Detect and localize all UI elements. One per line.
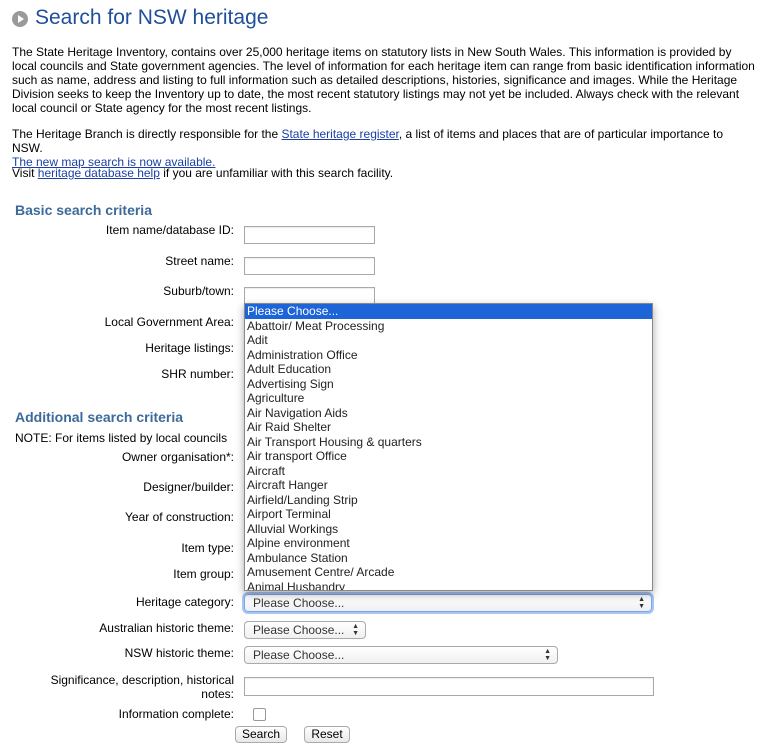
heritage-database-help-link[interactable]: heritage database help: [38, 166, 160, 180]
street-name-input[interactable]: [244, 257, 375, 275]
dropdown-option[interactable]: Agriculture: [245, 391, 652, 406]
local-council-note: NOTE: For items listed by local councils: [15, 431, 228, 445]
dropdown-option[interactable]: Please Choose...: [245, 304, 652, 319]
australian-theme-value: Please Choose...: [253, 623, 345, 637]
heritage-category-select[interactable]: Please Choose... ▲ ▼: [244, 594, 652, 612]
significance-label: Significance, description, historical no…: [51, 673, 234, 701]
significance-input[interactable]: [244, 677, 654, 696]
year-label: Year of construction:: [125, 510, 234, 524]
dropdown-option[interactable]: Air Raid Shelter: [245, 420, 652, 435]
dropdown-option[interactable]: Alluvial Workings: [245, 522, 652, 537]
nsw-theme-select[interactable]: Please Choose... ▲ ▼: [244, 646, 558, 664]
info-complete-checkbox[interactable]: [253, 708, 266, 721]
nsw-theme-value: Please Choose...: [253, 648, 345, 662]
dropdown-option[interactable]: Aircraft Hanger: [245, 478, 652, 493]
dropdown-option[interactable]: Abattoir/ Meat Processing: [245, 319, 652, 334]
visit-text-after: if you are unfamiliar with this search f…: [159, 166, 394, 180]
lga-label: Local Government Area:: [104, 315, 234, 329]
item-group-label: Item group:: [173, 567, 234, 581]
help-paragraph: Visit heritage database help if you are …: [12, 166, 757, 180]
branch-paragraph: The Heritage Branch is directly responsi…: [12, 127, 757, 169]
suburb-label: Suburb/town:: [163, 284, 234, 298]
significance-label-line2: notes:: [201, 687, 234, 701]
dropdown-option[interactable]: Air Navigation Aids: [245, 406, 652, 421]
additional-search-title: Additional search criteria: [15, 409, 184, 425]
street-name-label: Street name:: [165, 254, 234, 268]
item-type-label: Item type:: [181, 541, 234, 555]
item-name-label: Item name/database ID:: [105, 223, 234, 237]
dropdown-option[interactable]: Air Transport Housing & quarters: [245, 435, 652, 450]
shr-number-label: SHR number:: [161, 367, 234, 381]
info-complete-label: Information complete:: [118, 707, 234, 721]
dropdown-option[interactable]: Adit: [245, 333, 652, 348]
page-title: Search for NSW heritage: [35, 6, 269, 29]
heritage-category-dropdown[interactable]: Please Choose... Abattoir/ Meat Processin…: [244, 303, 653, 591]
dropdown-option[interactable]: Administration Office: [245, 348, 652, 363]
dropdown-option[interactable]: Ambulance Station: [245, 551, 652, 566]
state-heritage-register-link[interactable]: State heritage register: [281, 127, 398, 141]
dropdown-option[interactable]: Alpine environment: [245, 536, 652, 551]
australian-theme-select[interactable]: Please Choose... ▲ ▼: [244, 621, 366, 639]
nsw-theme-label: NSW historic theme:: [124, 646, 234, 660]
dropdown-option[interactable]: Adult Education: [245, 362, 652, 377]
intro-paragraph: The State Heritage Inventory, contains o…: [12, 45, 755, 115]
item-name-input[interactable]: [244, 226, 375, 244]
dropdown-option[interactable]: Animal Husbandry: [245, 580, 652, 591]
dropdown-option[interactable]: Air transport Office: [245, 449, 652, 464]
select-arrows-icon: ▲ ▼: [544, 648, 551, 662]
dropdown-option[interactable]: Amusement Centre/ Arcade: [245, 565, 652, 580]
designer-label: Designer/builder:: [143, 480, 234, 494]
heritage-category-value: Please Choose...: [253, 596, 345, 610]
play-circle-icon: [12, 11, 28, 27]
search-button[interactable]: Search: [235, 726, 287, 743]
basic-search-title: Basic search criteria: [15, 202, 152, 218]
select-arrows-icon: ▲ ▼: [352, 623, 359, 637]
branch-text-before: The Heritage Branch is directly responsi…: [12, 127, 282, 141]
reset-button[interactable]: Reset: [304, 726, 350, 743]
owner-label: Owner organisation*:: [121, 450, 234, 464]
dropdown-option[interactable]: Advertising Sign: [245, 377, 652, 392]
significance-label-line1: Significance, description, historical: [50, 673, 234, 687]
heritage-category-label: Heritage category:: [135, 595, 234, 609]
visit-text-before: Visit: [12, 166, 38, 180]
dropdown-option[interactable]: Airport Terminal: [245, 507, 652, 522]
dropdown-option[interactable]: Airfield/Landing Strip: [245, 493, 652, 508]
dropdown-option[interactable]: Aircraft: [245, 464, 652, 479]
select-arrows-icon: ▲ ▼: [638, 596, 645, 610]
australian-theme-label: Australian historic theme:: [99, 621, 234, 635]
heritage-listings-label: Heritage listings:: [145, 341, 234, 355]
